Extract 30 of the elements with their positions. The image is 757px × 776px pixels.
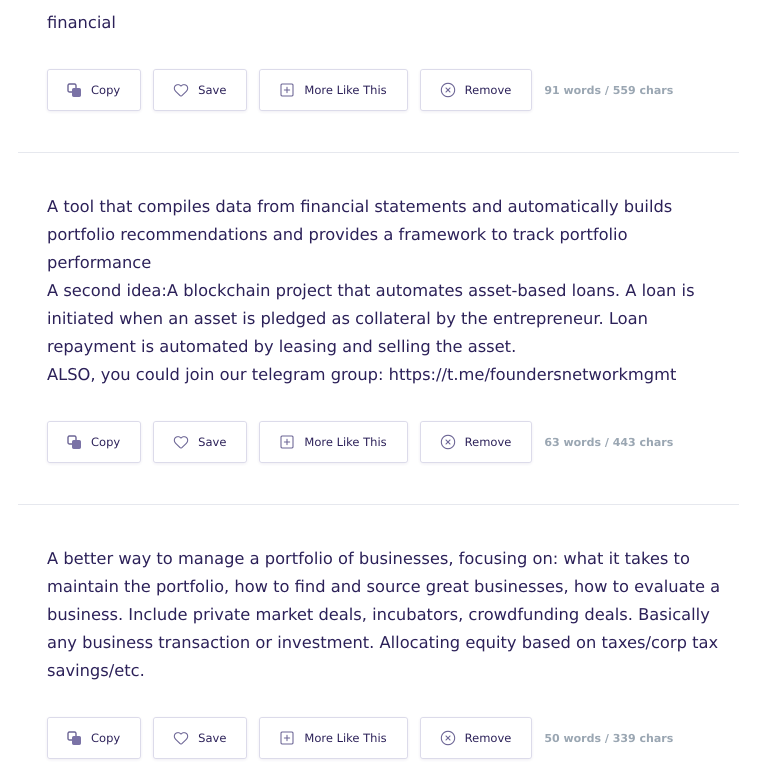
copy-button[interactable]: Copy [47,717,142,759]
heart-icon [173,730,190,746]
copy-button[interactable]: Copy [47,421,142,463]
word-count: 91 words / 559 chars [544,84,674,96]
copy-icon [67,730,82,746]
plus-icon [279,434,296,450]
more-like-this-button[interactable]: More Like This [259,421,408,463]
copy-icon [67,82,82,98]
remove-button[interactable]: Remove [420,717,532,759]
result-text: A tool that compiles data from financial statements and automatically builds portfolio recommendations and provides a framework to track portfolio performance A second idea:A blockchain project that automates asset-based loans. A loan is initiated when an asset is pledged as collateral by the entrepreneur. Loan repayment is automated by leasing and selling the asset. ALSO, you could join our telegram group: https://t.me/foundersnetworkmgmt [47,196,696,386]
close-icon [440,730,456,746]
more-like-this-button[interactable]: More Like This [259,717,408,759]
heart-icon [173,82,190,98]
close-icon [440,82,456,98]
save-button[interactable]: Save [153,421,248,463]
word-count: 63 words / 443 chars [544,436,674,448]
plus-icon [279,82,296,98]
result-text: financial [47,12,117,34]
plus-icon [279,730,296,746]
more-like-this-button[interactable]: More Like This [259,69,408,111]
remove-button[interactable]: Remove [420,421,532,463]
result-text: A better way to manage a portfolio of businesses, focusing on: what it takes to maintain the portfolio, how to find and source great businesses, how to evaluate a business. Include private market deals, incubators, crowdfunding deals. Basically any business transaction or investment. Allocating equity based on taxes/corp tax savings/etc. [47,548,722,682]
save-button[interactable]: Save [153,69,248,111]
word-count: 50 words / 339 chars [544,732,674,744]
copy-icon [67,434,82,450]
remove-button[interactable]: Remove [420,69,532,111]
save-button[interactable]: Save [153,717,248,759]
heart-icon [173,434,190,450]
close-icon [440,434,456,450]
copy-button[interactable]: Copy [47,69,142,111]
